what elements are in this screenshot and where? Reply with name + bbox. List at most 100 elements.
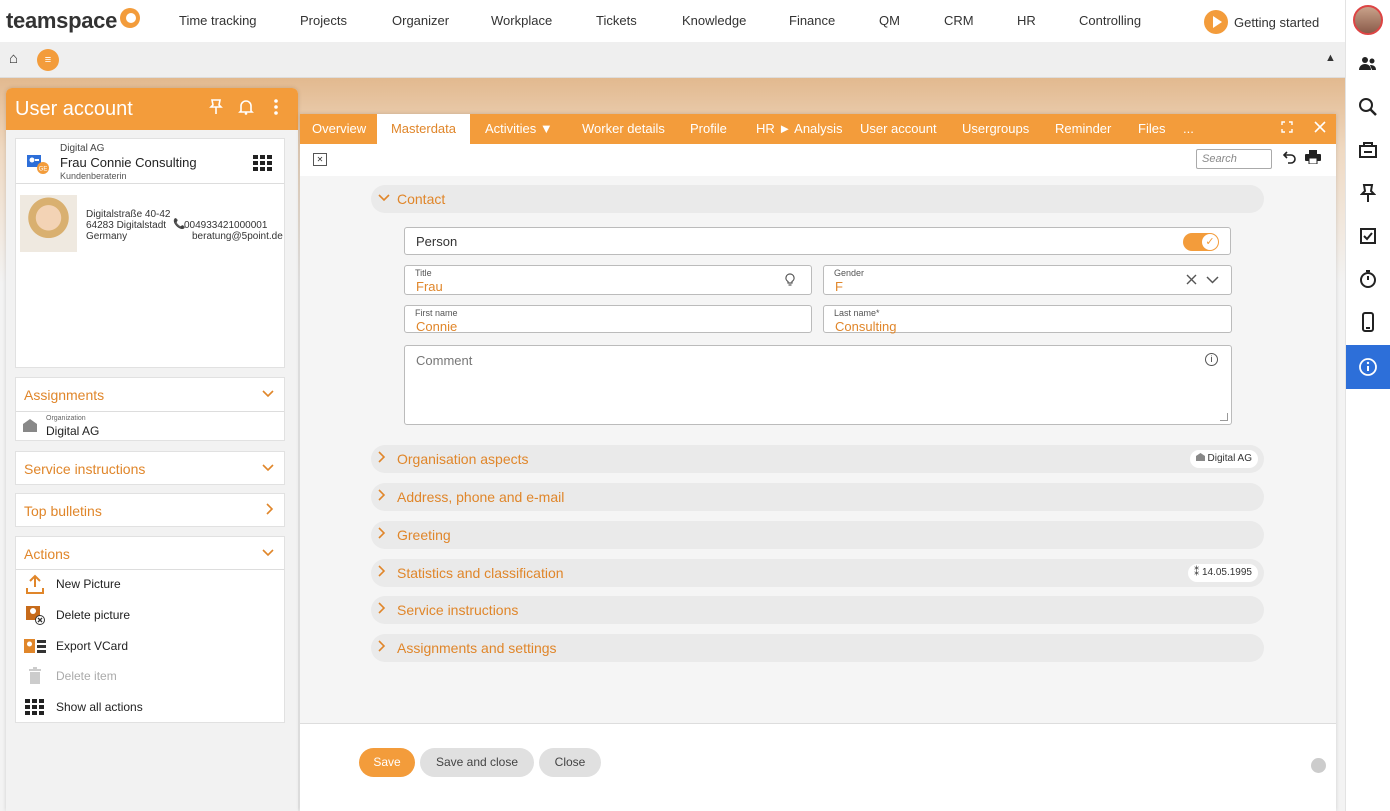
- tab-activities[interactable]: Activities ▼: [485, 114, 553, 144]
- organization-value[interactable]: Digital AG: [46, 424, 99, 438]
- window-toolbar: ✕: [300, 144, 1336, 176]
- last-name-label: Last name*: [834, 308, 880, 318]
- nav-workplace[interactable]: Workplace: [491, 13, 552, 28]
- actions-title[interactable]: Actions: [24, 546, 70, 562]
- nav-tickets[interactable]: Tickets: [596, 13, 637, 28]
- tab-worker-details[interactable]: Worker details: [582, 114, 665, 144]
- export-vcard-action[interactable]: Export VCard: [24, 635, 128, 657]
- svg-text:GE: GE: [39, 167, 48, 173]
- play-icon: [1204, 10, 1228, 34]
- section-statistics-label: Statistics and classification: [397, 565, 564, 581]
- tab-files[interactable]: Files: [1138, 114, 1165, 144]
- last-name-field[interactable]: Last name* Consulting: [823, 305, 1232, 334]
- pin-icon[interactable]: [1346, 173, 1390, 213]
- resize-handle[interactable]: [1220, 413, 1228, 421]
- tab-overview[interactable]: Overview: [312, 114, 366, 144]
- tab-user-account[interactable]: User account: [860, 114, 937, 144]
- maximize-icon[interactable]: [1281, 121, 1293, 136]
- section-assignments-settings[interactable]: Assignments and settings: [371, 634, 1264, 662]
- contact-phone[interactable]: 004933421000001: [184, 220, 267, 231]
- section-contact[interactable]: Contact: [371, 185, 1264, 213]
- contact-country: Germany: [86, 231, 128, 242]
- delete-picture-action[interactable]: Delete picture: [24, 604, 130, 626]
- bell-icon[interactable]: [238, 99, 254, 120]
- chevron-down-icon[interactable]: [262, 461, 274, 475]
- service-instructions-card[interactable]: Service instructions: [15, 451, 285, 485]
- person-toggle[interactable]: [1183, 233, 1219, 251]
- mobile-icon[interactable]: [1346, 302, 1390, 342]
- show-all-actions[interactable]: Show all actions: [24, 696, 143, 718]
- assignments-title[interactable]: Assignments: [24, 387, 104, 403]
- contact-photo[interactable]: [20, 195, 77, 252]
- section-statistics[interactable]: Statistics and classification ⁑ 14.05.19…: [371, 559, 1264, 587]
- pin-icon[interactable]: [209, 99, 223, 120]
- nav-knowledge[interactable]: Knowledge: [682, 13, 746, 28]
- nav-qm[interactable]: QM: [879, 13, 900, 28]
- chevron-right-icon[interactable]: [266, 503, 274, 518]
- close-icon[interactable]: [1314, 121, 1326, 136]
- show-all-actions-label: Show all actions: [56, 700, 143, 714]
- building-icon: [1195, 453, 1205, 461]
- chevron-right-icon: [378, 565, 386, 580]
- teamspace-logo[interactable]: teamspace: [6, 8, 141, 34]
- tab-reminder[interactable]: Reminder: [1055, 114, 1111, 144]
- export-excel-icon[interactable]: ✕: [313, 153, 327, 166]
- chevron-down-icon[interactable]: [262, 546, 274, 560]
- user-avatar[interactable]: [1353, 5, 1383, 35]
- section-greeting-label: Greeting: [397, 527, 451, 543]
- section-address-label: Address, phone and e-mail: [397, 489, 565, 505]
- save-and-close-button[interactable]: Save and close: [420, 748, 534, 777]
- nav-projects[interactable]: Projects: [300, 13, 347, 28]
- nav-hr[interactable]: HR: [1017, 13, 1036, 28]
- nav-crm[interactable]: CRM: [944, 13, 974, 28]
- getting-started-button[interactable]: Getting started: [1204, 10, 1319, 34]
- tasks-icon[interactable]: [1346, 216, 1390, 256]
- menu-icon[interactable]: ≡: [37, 49, 59, 71]
- logo-mark-icon: [120, 8, 141, 28]
- user-info-icon[interactable]: [1311, 758, 1326, 773]
- stopwatch-icon[interactable]: [1346, 259, 1390, 299]
- nav-organizer[interactable]: Organizer: [392, 13, 449, 28]
- save-button[interactable]: Save: [359, 748, 415, 777]
- close-button[interactable]: Close: [539, 748, 601, 777]
- chevron-right-icon: [378, 602, 386, 617]
- contacts-icon[interactable]: [1346, 44, 1390, 84]
- section-address[interactable]: Address, phone and e-mail: [371, 483, 1264, 511]
- search-icon[interactable]: [1346, 87, 1390, 127]
- contact-email[interactable]: beratung@5point.de: [192, 231, 283, 242]
- new-picture-action[interactable]: New Picture: [24, 573, 121, 595]
- comment-textarea[interactable]: Comment i: [404, 345, 1232, 425]
- tab-profile[interactable]: Profile: [690, 114, 727, 144]
- lightbulb-icon[interactable]: [785, 273, 795, 289]
- tab-masterdata[interactable]: Masterdata: [377, 114, 470, 144]
- section-assignments-label: Assignments and settings: [397, 640, 557, 656]
- chevron-down-icon[interactable]: [1206, 272, 1219, 287]
- section-organisation-aspects[interactable]: Organisation aspects Digital AG: [371, 445, 1264, 473]
- nav-controlling[interactable]: Controlling: [1079, 13, 1141, 28]
- collapse-up-icon[interactable]: ▲: [1325, 52, 1336, 64]
- service-instructions-title: Service instructions: [24, 461, 146, 477]
- nav-finance[interactable]: Finance: [789, 13, 835, 28]
- search-input[interactable]: [1196, 149, 1272, 169]
- info-icon[interactable]: i: [1205, 353, 1218, 366]
- grid-icon[interactable]: [253, 155, 273, 171]
- clear-icon[interactable]: [1186, 272, 1197, 288]
- info-rail-icon[interactable]: [1346, 345, 1390, 389]
- chevron-down-icon[interactable]: [262, 387, 274, 401]
- tab-usergroups[interactable]: Usergroups: [962, 114, 1029, 144]
- top-bulletins-card[interactable]: Top bulletins: [15, 493, 285, 527]
- print-icon[interactable]: [1305, 150, 1321, 167]
- home-icon[interactable]: ⌂: [9, 50, 18, 67]
- undo-icon[interactable]: [1282, 150, 1297, 167]
- inbox-icon[interactable]: [1346, 130, 1390, 170]
- section-service-instructions[interactable]: Service instructions: [371, 596, 1264, 624]
- section-greeting[interactable]: Greeting: [371, 521, 1264, 549]
- more-vertical-icon[interactable]: [274, 99, 278, 120]
- tab-more[interactable]: ...: [1183, 114, 1194, 144]
- gender-label: Gender: [834, 268, 865, 278]
- first-name-field[interactable]: First name Connie: [404, 305, 812, 334]
- nav-time-tracking[interactable]: Time tracking: [179, 13, 257, 28]
- tab-hr-analysis[interactable]: HR ► Analysis: [756, 114, 843, 144]
- title-field[interactable]: Title Frau: [404, 265, 812, 295]
- gender-select[interactable]: Gender F: [823, 265, 1232, 295]
